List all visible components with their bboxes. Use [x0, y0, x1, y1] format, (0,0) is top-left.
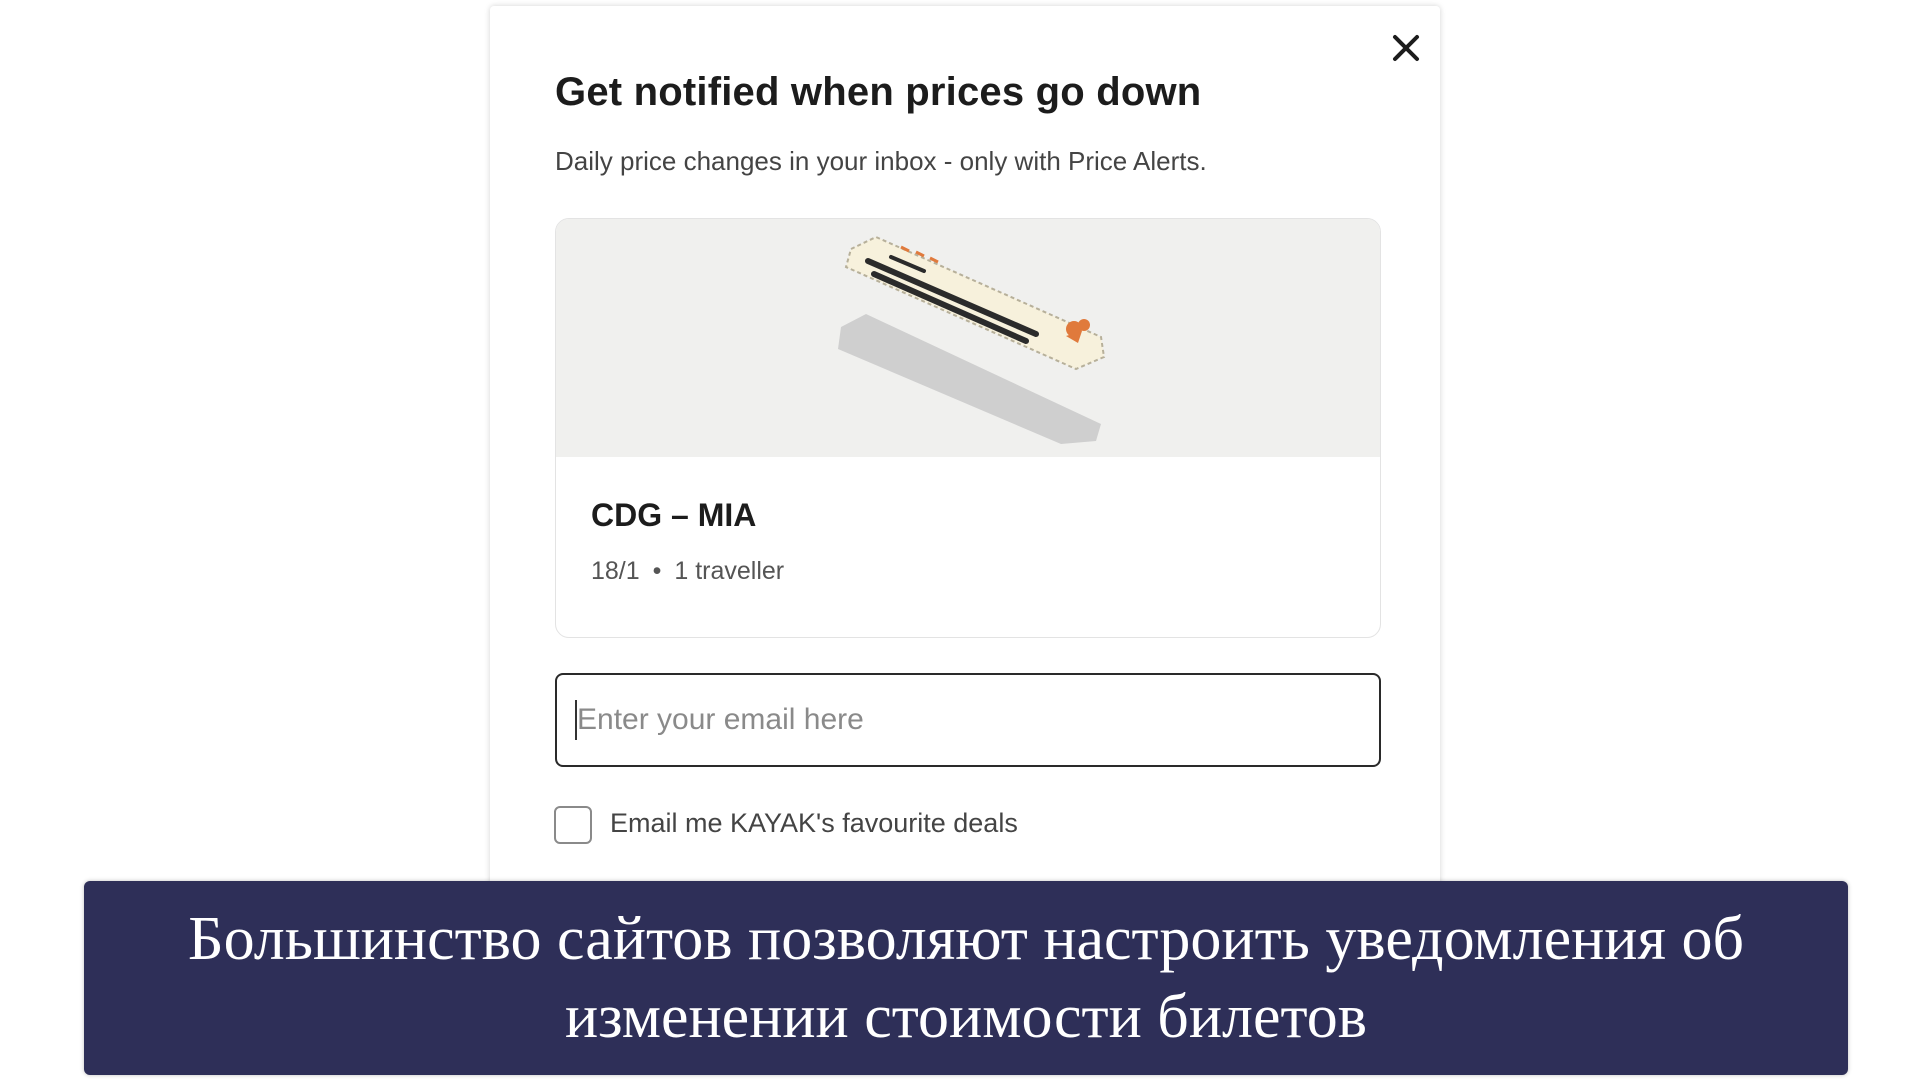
deals-checkbox[interactable] [554, 806, 592, 844]
caption-text: Большинство сайтов позволяют настроить у… [187, 905, 1745, 1051]
trip-separator: • [652, 557, 662, 585]
deals-checkbox-label[interactable]: Email me KAYAK's favourite deals [610, 808, 1018, 839]
caption-banner: Большинство сайтов позволяют настроить у… [84, 881, 1848, 1075]
trip-route: CDG – MIA [591, 497, 757, 533]
trip-date: 18/1 [591, 557, 640, 585]
trip-details: 18/1 • 1 traveller [591, 557, 784, 586]
trip-card: CDG – MIA 18/1 • 1 traveller [555, 218, 1381, 638]
dialog-title: Get notified when prices go down [555, 70, 1202, 114]
close-icon [1393, 35, 1419, 61]
email-input[interactable] [555, 673, 1381, 767]
trip-illustration [556, 219, 1380, 457]
ticket-illustration [838, 235, 1106, 444]
close-button[interactable] [1386, 28, 1426, 68]
dialog-subtitle: Daily price changes in your inbox - only… [555, 146, 1207, 176]
trip-travellers: 1 traveller [674, 557, 785, 585]
text-caret [575, 700, 577, 740]
